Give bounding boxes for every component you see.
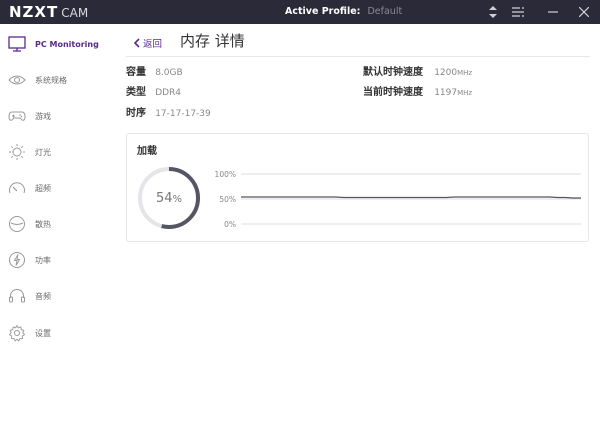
- sidebar-item-lighting[interactable]: 灯光: [0, 138, 110, 166]
- load-card: 加载 54% 100% 50% 0%: [126, 133, 589, 242]
- spec-default-clock-unit: MHz: [457, 69, 473, 77]
- active-profile-label: Active Profile:: [285, 6, 361, 17]
- active-profile-value[interactable]: Default: [367, 6, 402, 17]
- load-gauge-label: 54%: [136, 191, 202, 206]
- gear-icon: [7, 323, 27, 343]
- spec-current-clock: 当前时钟速度 1197MHz: [363, 83, 472, 98]
- fan-icon: [7, 214, 27, 234]
- menu-icon[interactable]: [511, 4, 525, 20]
- minimize-icon[interactable]: [546, 4, 560, 20]
- active-profile[interactable]: Active Profile: Default: [285, 6, 402, 17]
- header-divider: [126, 56, 590, 57]
- sidebar-item-label: 游戏: [35, 111, 51, 121]
- spec-current-clock-value: 1197: [434, 88, 458, 98]
- sidebar-item-pc-monitoring[interactable]: PC Monitoring: [0, 30, 110, 58]
- sidebar-item-label: PC Monitoring: [35, 39, 99, 49]
- spec-default-clock-value: 1200: [434, 68, 458, 78]
- sidebar-item-audio[interactable]: 音频: [0, 282, 110, 310]
- profile-switch-icon[interactable]: [486, 4, 500, 20]
- sidebar-item-power[interactable]: 功率: [0, 246, 110, 274]
- sidebar-item-overclocking[interactable]: 超频: [0, 174, 110, 202]
- title-bar: NZXT CAM Active Profile: Default: [0, 0, 600, 24]
- sidebar-item-label: 功率: [35, 255, 51, 265]
- spec-timing: 时序 17-17-17-39: [126, 104, 211, 119]
- chart-y-tick-label: 0%: [224, 220, 236, 229]
- spec-current-clock-label: 当前时钟速度: [363, 87, 423, 98]
- sidebar-item-label: 散热: [35, 219, 51, 229]
- speedometer-icon: [7, 178, 27, 198]
- logo-brand: NZXT: [9, 3, 59, 21]
- spec-timing-value: 17-17-17-39: [155, 109, 211, 119]
- spec-type: 类型 DDR4: [126, 83, 181, 98]
- sidebar-item-cooling[interactable]: 散热: [0, 210, 110, 238]
- chevron-left-icon: [133, 33, 140, 52]
- close-icon[interactable]: [577, 4, 591, 20]
- back-label: 返回: [143, 38, 163, 50]
- load-card-title: 加载: [137, 146, 157, 157]
- sidebar-item-label: 设置: [35, 328, 51, 338]
- headphones-icon: [7, 286, 27, 306]
- load-value: 54: [155, 191, 173, 206]
- sidebar-item-label: 灯光: [35, 147, 51, 157]
- chart-y-tick-label: 50%: [219, 195, 236, 204]
- spec-capacity: 容量 8.0GB: [126, 63, 183, 78]
- page-title: 内存 详情: [180, 32, 245, 50]
- load-history-chart: 100% 50% 0%: [215, 170, 581, 229]
- spec-type-label: 类型: [126, 87, 146, 98]
- sidebar-item-settings[interactable]: 设置: [0, 319, 110, 347]
- eye-icon: [7, 70, 27, 90]
- spec-capacity-label: 容量: [126, 67, 146, 78]
- sidebar-item-gaming[interactable]: 游戏: [0, 102, 110, 130]
- spec-type-value: DDR4: [155, 88, 182, 98]
- sun-icon: [7, 142, 27, 162]
- app-logo: NZXT CAM: [9, 3, 88, 21]
- sidebar-item-system-specs[interactable]: 系统规格: [0, 66, 110, 94]
- spec-default-clock-label: 默认时钟速度: [363, 67, 423, 78]
- load-unit: %: [172, 194, 183, 205]
- spec-current-clock-unit: MHz: [457, 89, 473, 97]
- back-button[interactable]: 返回: [133, 33, 162, 52]
- sidebar: PC Monitoring 系统规格 游戏 灯光 超频 散热 功率 音频 设置: [0, 24, 110, 434]
- sidebar-item-label: 系统规格: [35, 75, 67, 85]
- sidebar-item-label: 音频: [35, 291, 51, 301]
- logo-product: CAM: [61, 6, 89, 20]
- spec-default-clock: 默认时钟速度 1200MHz: [363, 63, 472, 78]
- chart-y-tick-label: 100%: [215, 170, 236, 179]
- monitor-icon: [7, 34, 27, 54]
- spec-capacity-value: 8.0GB: [155, 68, 183, 78]
- sidebar-item-label: 超频: [35, 183, 51, 193]
- chart-series-line: [241, 196, 581, 199]
- bolt-icon: [7, 250, 27, 270]
- spec-timing-label: 时序: [126, 108, 146, 119]
- gamepad-icon: [7, 106, 27, 126]
